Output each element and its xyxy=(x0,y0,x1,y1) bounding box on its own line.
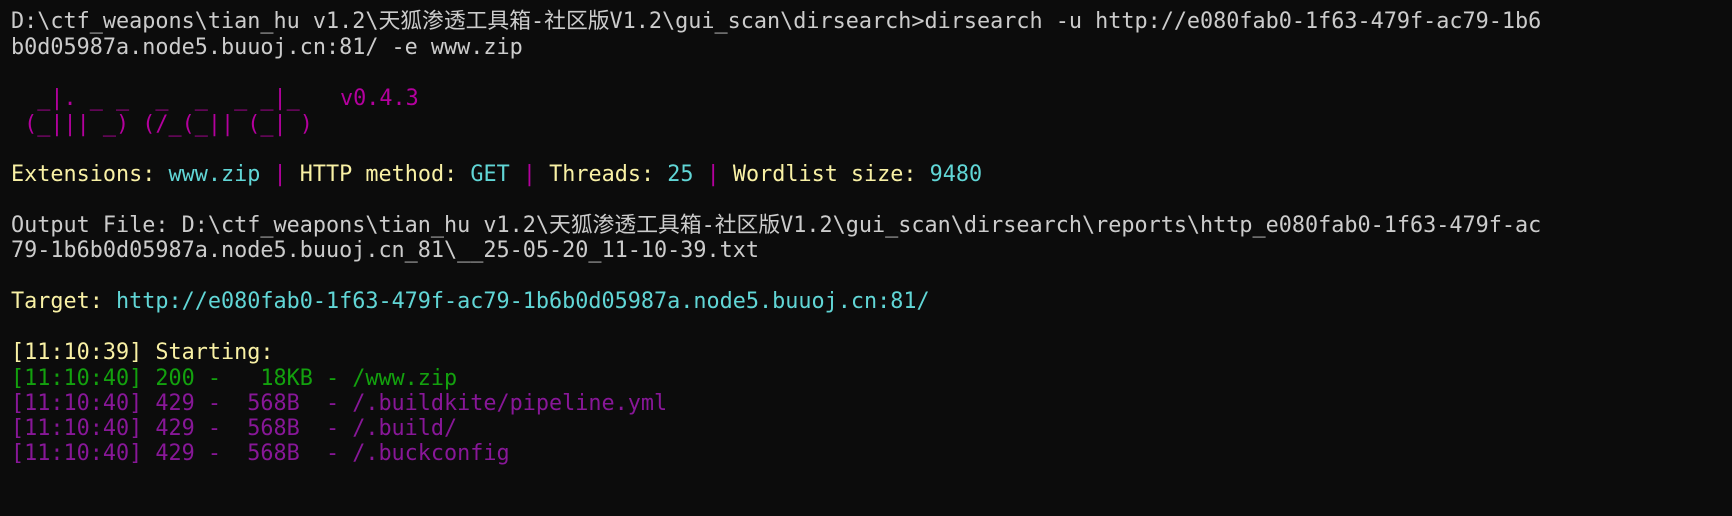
wordlist-size-value: 9480 xyxy=(929,162,983,187)
result-row-429[interactable]: [11:10:40] 429 - 568B - /.buckconfig xyxy=(11,440,510,468)
terminal-scrollbar[interactable] xyxy=(1728,0,1732,516)
result-row-429[interactable]: [11:10:40] 429 - 568B - /.build/ xyxy=(11,415,457,443)
banner-art-line-1: _|. _ _ _ _ _ _|_ xyxy=(11,86,300,111)
result-row-429[interactable]: [11:10:40] 429 - 568B - /.buildkite/pipe… xyxy=(11,390,667,418)
wordlist-size-label: Wordlist size: xyxy=(732,162,930,187)
threads-label: Threads: xyxy=(549,162,668,187)
threads-value: 25 xyxy=(667,162,694,187)
extensions-value: www.zip xyxy=(168,162,261,187)
http-method-value: GET xyxy=(470,162,510,187)
target-line: Target: http://e080fab0-1f63-479f-ac79-1… xyxy=(11,288,930,316)
banner-version: v0.4.3 xyxy=(340,86,419,111)
command-line-2[interactable]: b0d05987a.node5.buuoj.cn:81/ -e www.zip xyxy=(11,34,523,62)
target-label: Target: xyxy=(11,289,116,314)
result-row-200[interactable]: [11:10:40] 200 - 18KB - /www.zip xyxy=(11,365,457,393)
banner-art-line-2: (_||| _) (/_(_|| (_| ) xyxy=(11,112,313,137)
output-file-line-2[interactable]: 79-1b6b0d05987a.node5.buuoj.cn_81\__25-0… xyxy=(11,237,759,265)
target-url[interactable]: http://e080fab0-1f63-479f-ac79-1b6b0d059… xyxy=(116,289,930,314)
terminal-window[interactable]: D:\ctf_weapons\tian_hu v1.2\天狐渗透工具箱-社区版V… xyxy=(0,0,1732,516)
http-method-label: HTTP method: xyxy=(299,162,471,187)
extensions-label: Extensions: xyxy=(11,162,169,187)
command-line-1[interactable]: D:\ctf_weapons\tian_hu v1.2\天狐渗透工具箱-社区版V… xyxy=(11,8,1541,36)
scan-info-line: Extensions: www.zip | HTTP method: GET |… xyxy=(11,161,982,189)
info-separator: | xyxy=(509,162,550,187)
info-separator: | xyxy=(260,162,300,187)
info-separator: | xyxy=(693,162,733,187)
starting-line: [11:10:39] Starting: xyxy=(11,340,287,365)
output-file-line-1[interactable]: Output File: D:\ctf_weapons\tian_hu v1.2… xyxy=(11,212,1541,240)
